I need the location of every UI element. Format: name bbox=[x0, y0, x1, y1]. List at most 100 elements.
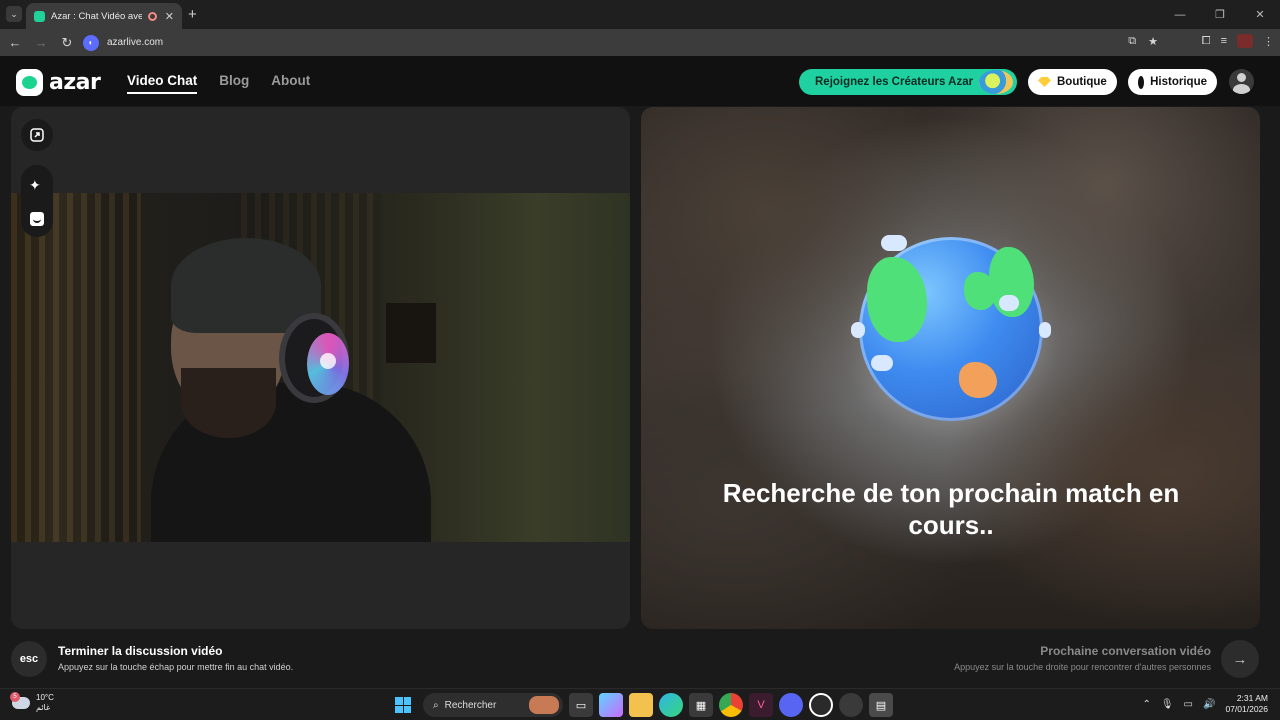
windows-taskbar: 5 10°C غائم ⌕ Rechercher ▭ ▦ V ▤ ⌃ 🎙 ▭ 🔊… bbox=[0, 688, 1280, 720]
search-highlight-icon bbox=[529, 696, 559, 714]
volume-icon[interactable]: 🔊 bbox=[1203, 699, 1215, 710]
recording-indicator-icon bbox=[147, 11, 157, 21]
weather-temp: 10°C bbox=[36, 693, 54, 702]
window-controls: — ❐ ✕ bbox=[1160, 0, 1280, 29]
sparkle-icon[interactable]: ✦ bbox=[29, 177, 41, 194]
copilot-icon[interactable] bbox=[599, 693, 623, 717]
azar-logo[interactable]: azar bbox=[16, 69, 101, 96]
install-app-icon[interactable]: ⧉ bbox=[1128, 35, 1136, 48]
obs-icon[interactable] bbox=[809, 693, 833, 717]
gem-icon bbox=[1038, 77, 1051, 87]
weather-widget[interactable]: 5 10°C غائم bbox=[10, 692, 54, 713]
taskbar-apps: ⌕ Rechercher ▭ ▦ V ▤ bbox=[395, 693, 893, 717]
clock-date: 07/01/2026 bbox=[1225, 704, 1268, 714]
next-chat-subtitle: Appuyez sur la touche droite pour rencon… bbox=[954, 662, 1211, 672]
browser-tab-bar: ⌄ Azar : Chat Vidéo avec de n ✕ + — ❐ ✕ bbox=[0, 0, 1280, 29]
nav-about[interactable]: About bbox=[271, 73, 310, 94]
edge-icon[interactable] bbox=[659, 693, 683, 717]
network-icon[interactable]: ▭ bbox=[1184, 699, 1193, 710]
azar-favicon-icon bbox=[34, 10, 45, 22]
windows-start-icon[interactable] bbox=[395, 697, 411, 713]
new-tab-button[interactable]: + bbox=[188, 6, 197, 23]
reload-button[interactable]: ↻ bbox=[56, 35, 78, 51]
globe-cloud bbox=[999, 295, 1019, 311]
partner-panel: Recherche de ton prochain match en cours… bbox=[641, 107, 1260, 629]
extensions-icon[interactable]: ⧠ bbox=[1202, 35, 1211, 48]
globe-cloud bbox=[871, 355, 893, 371]
browser-tab-azar[interactable]: Azar : Chat Vidéo avec de n ✕ bbox=[26, 3, 182, 29]
globe-icon bbox=[851, 235, 1051, 421]
discord-icon[interactable] bbox=[779, 693, 803, 717]
expand-button[interactable] bbox=[21, 119, 53, 151]
nav-blog[interactable]: Blog bbox=[219, 73, 249, 94]
logo-text: azar bbox=[49, 70, 101, 95]
main-nav: Video Chat Blog About bbox=[127, 73, 310, 94]
globe-cloud bbox=[851, 322, 865, 338]
media-control-icon[interactable]: ≡ bbox=[1221, 35, 1227, 47]
taskbar-search-label: Rechercher bbox=[444, 699, 497, 711]
profile-avatar-icon[interactable] bbox=[1237, 34, 1253, 48]
join-creators-label: Rejoignez les Créateurs Azar bbox=[815, 76, 974, 88]
omnibox-actions: ⧉ ★ bbox=[1128, 35, 1158, 48]
toolbar-right: ⧠ ≡ ⋮ bbox=[1202, 34, 1274, 48]
calculator-icon[interactable]: ▤ bbox=[869, 693, 893, 717]
weather-desc: غائم bbox=[36, 703, 51, 712]
user-avatar-icon[interactable] bbox=[1229, 69, 1254, 94]
url-text: azarlive.com bbox=[107, 37, 164, 48]
visual-app-icon[interactable]: V bbox=[749, 693, 773, 717]
bookmark-star-icon[interactable]: ★ bbox=[1148, 35, 1158, 48]
join-creators-button[interactable]: Rejoignez les Créateurs Azar bbox=[799, 69, 1017, 95]
tab-title: Azar : Chat Vidéo avec de n bbox=[51, 10, 142, 22]
site-info-icon[interactable]: ◐ bbox=[83, 34, 99, 51]
shop-button[interactable]: Boutique bbox=[1028, 69, 1117, 95]
system-tray: ⌃ 🎙 ▭ 🔊 2:31 AM 07/01/2026 bbox=[1142, 693, 1268, 715]
address-bar[interactable]: ◐ azarlive.com ⧉ ★ bbox=[80, 32, 1168, 53]
browser-toolbar: ← → ↻ ◐ azarlive.com ⧉ ★ ⧠ ≡ ⋮ bbox=[0, 29, 1280, 56]
tab-search-button[interactable]: ⌄ bbox=[6, 6, 22, 22]
curtain-left bbox=[11, 193, 141, 542]
taskbar-clock[interactable]: 2:31 AM 07/01/2026 bbox=[1225, 693, 1268, 715]
taskbar-search[interactable]: ⌕ Rechercher bbox=[423, 693, 563, 717]
end-chat-subtitle: Appuyez sur la touche échap pour mettre … bbox=[58, 662, 294, 672]
task-view-icon[interactable]: ▭ bbox=[569, 693, 593, 717]
next-chat-title: Prochaine conversation vidéo bbox=[1040, 644, 1211, 658]
site-header: azar Video Chat Blog About Rejoignez les… bbox=[0, 56, 1280, 106]
weather-badge: 5 bbox=[10, 692, 20, 702]
chrome-icon[interactable] bbox=[719, 693, 743, 717]
nav-video-chat[interactable]: Video Chat bbox=[127, 73, 198, 94]
clock-time: 2:31 AM bbox=[1236, 693, 1268, 703]
clock-icon bbox=[1138, 75, 1147, 89]
effects-toolbar: ✦ bbox=[21, 165, 53, 237]
webcam-feed bbox=[11, 193, 630, 542]
call-controls: esc Terminer la discussion vidéo Appuyez… bbox=[0, 634, 1280, 688]
browser-menu-icon[interactable]: ⋮ bbox=[1263, 35, 1274, 48]
forward-button[interactable]: → bbox=[30, 35, 52, 50]
window-close-button[interactable]: ✕ bbox=[1240, 8, 1280, 21]
person-beard bbox=[181, 368, 276, 438]
headphone-logo bbox=[320, 353, 336, 369]
app-icon[interactable] bbox=[839, 693, 863, 717]
end-chat-title: Terminer la discussion vidéo bbox=[58, 644, 223, 658]
face-filter-icon[interactable] bbox=[30, 212, 44, 226]
window-minimize-button[interactable]: — bbox=[1160, 9, 1200, 21]
creators-illustration-icon bbox=[979, 70, 1013, 94]
tray-overflow-icon[interactable]: ⌃ bbox=[1142, 699, 1150, 710]
microphone-icon[interactable]: 🎙 bbox=[1161, 699, 1174, 710]
azar-logo-icon bbox=[16, 69, 43, 96]
store-icon[interactable]: ▦ bbox=[689, 693, 713, 717]
expand-icon bbox=[30, 128, 44, 142]
history-button[interactable]: Historique bbox=[1128, 69, 1217, 95]
back-button[interactable]: ← bbox=[4, 35, 26, 50]
tab-close-button[interactable]: ✕ bbox=[165, 10, 174, 23]
globe-land bbox=[867, 257, 927, 342]
cloud-weather-icon: 5 bbox=[10, 692, 30, 709]
weather-text: 10°C غائم bbox=[36, 693, 54, 713]
next-chat-button[interactable]: → bbox=[1221, 640, 1259, 678]
azar-website: azar Video Chat Blog About Rejoignez les… bbox=[0, 56, 1280, 688]
search-icon: ⌕ bbox=[433, 699, 439, 711]
window-restore-button[interactable]: ❐ bbox=[1200, 8, 1240, 21]
shop-label: Boutique bbox=[1057, 76, 1107, 88]
history-label: Historique bbox=[1150, 76, 1207, 88]
end-chat-button[interactable]: esc bbox=[11, 641, 47, 677]
file-explorer-icon[interactable] bbox=[629, 693, 653, 717]
